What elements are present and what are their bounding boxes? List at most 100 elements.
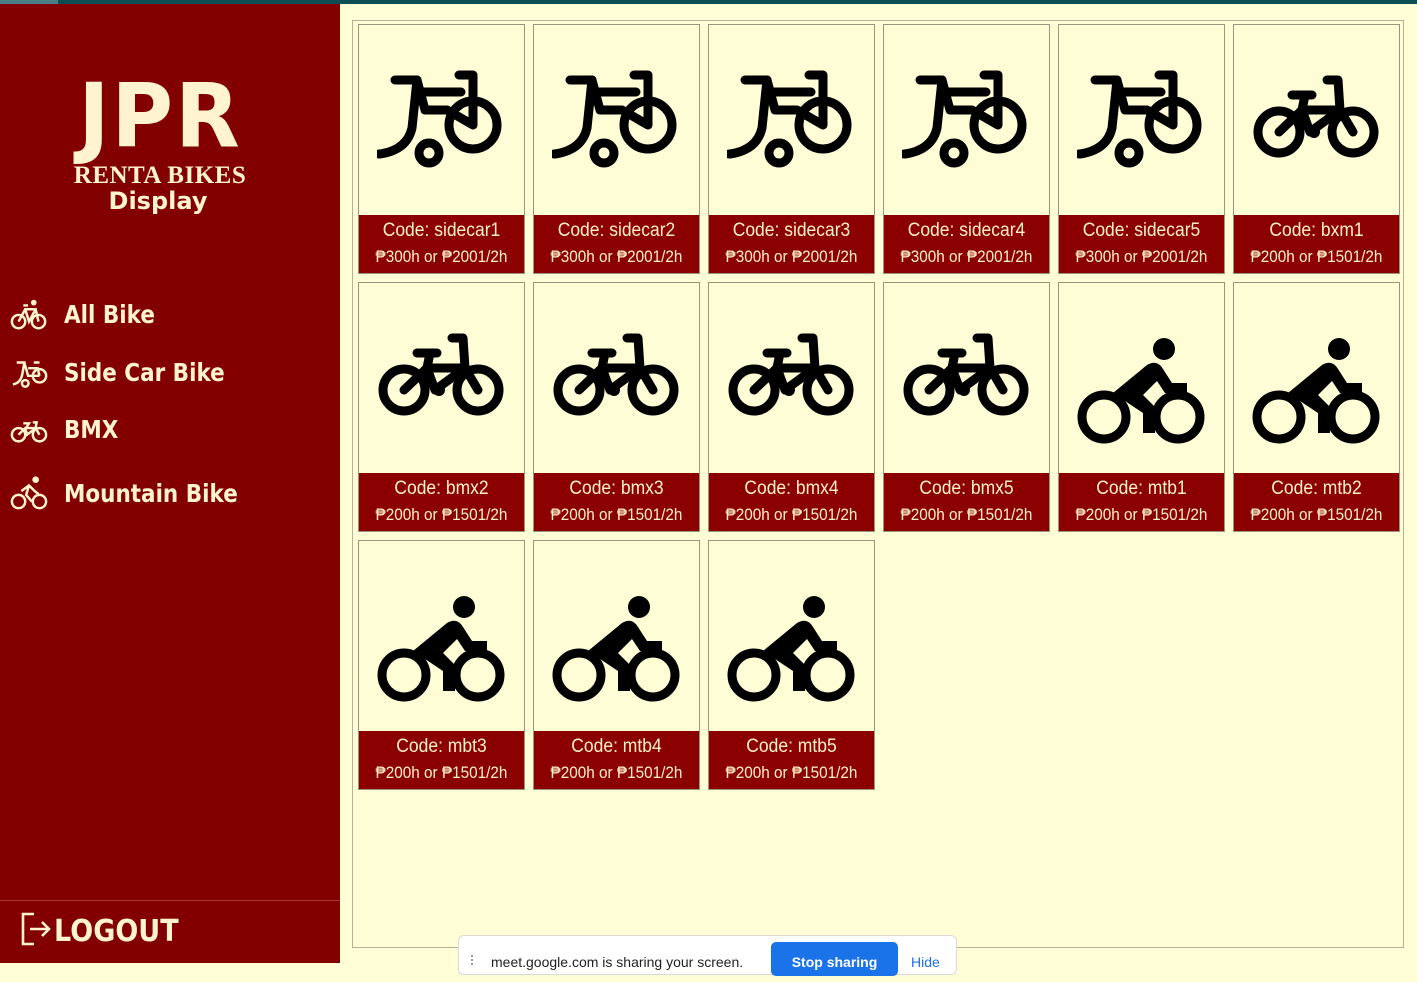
screen-share-bar: meet.google.com is sharing your screen. …	[458, 935, 957, 976]
bike-info: Code: bxm1 ₱200h or ₱1501/2h	[1234, 215, 1399, 273]
bike-info: Code: mtb2 ₱200h or ₱1501/2h	[1234, 473, 1399, 531]
bike-card[interactable]: Code: bmx5 ₱200h or ₱1501/2h	[883, 282, 1050, 532]
bike-code: Code: mbt3	[396, 736, 487, 757]
nav-item-bmx[interactable]: BMX	[10, 409, 127, 449]
drag-handle-icon[interactable]	[471, 955, 476, 965]
bike-info: Code: bmx4 ₱200h or ₱1501/2h	[709, 473, 874, 531]
bike-code: Code: sidecar5	[1082, 220, 1201, 241]
bike-card[interactable]: Code: sidecar1 ₱300h or ₱2001/2h	[358, 24, 525, 274]
bike-price: ₱300h or ₱2001/2h	[550, 247, 683, 266]
nav-label: Side Car Bike	[64, 357, 225, 387]
bike-card[interactable]: Code: bmx4 ₱200h or ₱1501/2h	[708, 282, 875, 532]
mountain-bike-icon	[1234, 283, 1399, 487]
bike-card[interactable]: Code: sidecar3 ₱300h or ₱2001/2h	[708, 24, 875, 274]
nav-label: BMX	[64, 414, 119, 444]
sidebar-divider	[0, 900, 340, 901]
bike-info: Code: sidecar5 ₱300h or ₱2001/2h	[1059, 215, 1224, 273]
mountain-bike-icon	[534, 541, 699, 745]
sidecar-bike-icon	[359, 25, 524, 215]
bike-card[interactable]: Code: sidecar4 ₱300h or ₱2001/2h	[883, 24, 1050, 274]
bmx-icon	[1234, 25, 1399, 215]
bmx-icon	[359, 283, 524, 473]
bike-card[interactable]: Code: mtb2 ₱200h or ₱1501/2h	[1233, 282, 1400, 532]
bike-code: Code: mtb2	[1271, 478, 1362, 499]
bike-card[interactable]: Code: bmx2 ₱200h or ₱1501/2h	[358, 282, 525, 532]
bike-code: Code: bmx2	[394, 478, 489, 499]
bike-card[interactable]: Code: bxm1 ₱200h or ₱1501/2h	[1233, 24, 1400, 274]
share-message: meet.google.com is sharing your screen.	[491, 954, 744, 970]
brand-subtitle: RENTA BIKES	[73, 162, 247, 189]
bike-price: ₱200h or ₱1501/2h	[375, 505, 508, 524]
nav-label: Mountain Bike	[64, 478, 238, 508]
bmx-icon	[709, 283, 874, 473]
bike-info: Code: sidecar3 ₱300h or ₱2001/2h	[709, 215, 874, 273]
stop-sharing-button[interactable]: Stop sharing	[771, 942, 898, 976]
bike-price: ₱200h or ₱1501/2h	[725, 505, 858, 524]
bike-code: Code: bmx3	[569, 478, 664, 499]
bike-info: Code: mtb1 ₱200h or ₱1501/2h	[1059, 473, 1224, 531]
bike-code: Code: mtb1	[1096, 478, 1187, 499]
bmx-icon	[10, 409, 50, 449]
bike-info: Code: bmx2 ₱200h or ₱1501/2h	[359, 473, 524, 531]
logout-button[interactable]: LOGOUT	[20, 910, 193, 952]
bike-card[interactable]: Code: bmx3 ₱200h or ₱1501/2h	[533, 282, 700, 532]
logout-label: LOGOUT	[54, 913, 179, 949]
bike-info: Code: mbt3 ₱200h or ₱1501/2h	[359, 731, 524, 789]
sidebar: JPR RENTA BIKES Display All Bike Side Ca…	[0, 4, 340, 963]
mountain-bike-icon	[359, 541, 524, 745]
bike-code: Code: sidecar4	[907, 220, 1026, 241]
bike-code: Code: mtb4	[571, 736, 662, 757]
nav-item-mountain-bike[interactable]: Mountain Bike	[10, 473, 266, 513]
bike-info: Code: bmx5 ₱200h or ₱1501/2h	[884, 473, 1049, 531]
sidecar-bike-icon	[709, 25, 874, 215]
bike-card[interactable]: Code: mtb4 ₱200h or ₱1501/2h	[533, 540, 700, 790]
bike-price: ₱200h or ₱1501/2h	[900, 505, 1033, 524]
sidecar-bike-icon	[1059, 25, 1224, 215]
mountain-bike-icon	[709, 541, 874, 745]
bike-price: ₱200h or ₱1501/2h	[550, 763, 683, 782]
bike-price: ₱300h or ₱2001/2h	[900, 247, 1033, 266]
bike-code: Code: bmx5	[919, 478, 1014, 499]
bike-info: Code: sidecar2 ₱300h or ₱2001/2h	[534, 215, 699, 273]
bmx-icon	[534, 283, 699, 473]
sidecar-bike-icon	[10, 352, 50, 392]
bike-info: Code: sidecar4 ₱300h or ₱2001/2h	[884, 215, 1049, 273]
bike-code: Code: sidecar1	[382, 220, 501, 241]
bike-info: Code: sidecar1 ₱300h or ₱2001/2h	[359, 215, 524, 273]
bike-info: Code: bmx3 ₱200h or ₱1501/2h	[534, 473, 699, 531]
bicycle-icon	[10, 294, 50, 334]
bike-code: Code: sidecar2	[557, 220, 676, 241]
bike-code: Code: bmx4	[744, 478, 839, 499]
logout-icon	[20, 910, 52, 953]
mountain-bike-icon	[10, 473, 50, 513]
bike-price: ₱200h or ₱1501/2h	[725, 763, 858, 782]
bike-info: Code: mtb5 ₱200h or ₱1501/2h	[709, 731, 874, 789]
bike-card[interactable]: Code: mtb5 ₱200h or ₱1501/2h	[708, 540, 875, 790]
bike-price: ₱200h or ₱1501/2h	[1250, 505, 1383, 524]
bike-price: ₱200h or ₱1501/2h	[375, 763, 508, 782]
bike-card[interactable]: Code: mbt3 ₱200h or ₱1501/2h	[358, 540, 525, 790]
bike-code: Code: sidecar3	[732, 220, 851, 241]
bike-card[interactable]: Code: sidecar5 ₱300h or ₱2001/2h	[1058, 24, 1225, 274]
bike-code: Code: mtb5	[746, 736, 837, 757]
bike-info: Code: mtb4 ₱200h or ₱1501/2h	[534, 731, 699, 789]
bike-price: ₱300h or ₱2001/2h	[375, 247, 508, 266]
sidecar-bike-icon	[884, 25, 1049, 215]
page-title: Display	[108, 187, 208, 215]
nav-item-all-bike[interactable]: All Bike	[10, 294, 170, 334]
bike-card[interactable]: Code: mtb1 ₱200h or ₱1501/2h	[1058, 282, 1225, 532]
nav-item-side-car-bike[interactable]: Side Car Bike	[10, 352, 251, 392]
bike-card[interactable]: Code: sidecar2 ₱300h or ₱2001/2h	[533, 24, 700, 274]
bike-code: Code: bxm1	[1269, 220, 1364, 241]
bmx-icon	[884, 283, 1049, 473]
brand-logo: JPR	[78, 64, 242, 168]
nav-label: All Bike	[64, 299, 155, 329]
bike-display-panel: Code: sidecar1 ₱300h or ₱2001/2h Code: si…	[352, 20, 1404, 948]
bike-price: ₱200h or ₱1501/2h	[550, 505, 683, 524]
hide-button[interactable]: Hide	[911, 954, 940, 970]
sidecar-bike-icon	[534, 25, 699, 215]
bike-price: ₱200h or ₱1501/2h	[1075, 505, 1208, 524]
bike-price: ₱300h or ₱2001/2h	[1075, 247, 1208, 266]
mountain-bike-icon	[1059, 283, 1224, 487]
bike-price: ₱200h or ₱1501/2h	[1250, 247, 1383, 266]
